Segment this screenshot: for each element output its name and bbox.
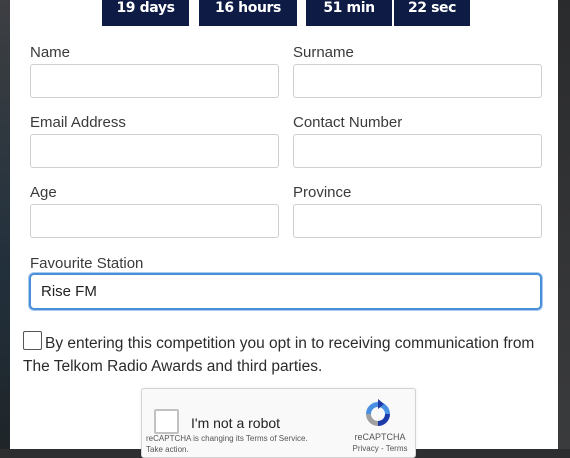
favourite-station-label: Favourite Station <box>30 255 144 272</box>
surname-field[interactable] <box>293 64 542 98</box>
recaptcha-label: I'm not a robot <box>191 415 281 431</box>
recaptcha-widget: I'm not a robot reCAPTCHA Privacy - Term… <box>141 388 416 458</box>
countdown-days: 19 days <box>102 0 189 26</box>
competition-form-panel: 19 days 16 hours 51 min 22 sec Name Surn… <box>10 0 558 458</box>
countdown-days-value: 19 days <box>116 0 175 16</box>
recaptcha-notice: reCAPTCHA is changing its Terms of Servi… <box>146 434 308 443</box>
page-backdrop-left <box>0 0 10 449</box>
province-label: Province <box>293 184 352 201</box>
recaptcha-checkbox[interactable] <box>154 409 179 434</box>
countdown-seconds: 22 sec <box>394 0 470 26</box>
countdown-hours-value: 16 hours <box>215 0 281 16</box>
name-field[interactable] <box>30 64 279 98</box>
countdown-hours: 16 hours <box>199 0 297 26</box>
age-label: Age <box>30 184 57 201</box>
countdown-minutes-value: 51 min <box>323 0 375 16</box>
consent-text: By entering this competition you opt in … <box>23 335 535 375</box>
surname-label: Surname <box>293 44 354 61</box>
name-label: Name <box>30 44 71 61</box>
countdown-minutes: 51 min <box>306 0 392 26</box>
page-backdrop-right <box>558 0 570 449</box>
province-field[interactable] <box>293 204 542 238</box>
email-label: Email Address <box>30 114 126 131</box>
age-field[interactable] <box>30 204 279 238</box>
recaptcha-brand: reCAPTCHA <box>354 432 406 442</box>
recaptcha-notice-link[interactable]: Take action. <box>146 445 189 454</box>
countdown-seconds-value: 22 sec <box>407 0 457 16</box>
email-field[interactable] <box>30 134 279 168</box>
countdown-timer: 19 days 16 hours 51 min 22 sec <box>10 0 558 26</box>
recaptcha-logo-icon <box>366 399 390 426</box>
contact-number-label: Contact Number <box>293 114 403 131</box>
contact-number-field[interactable] <box>293 134 542 168</box>
favourite-station-field[interactable]: Rise FM <box>29 273 542 310</box>
